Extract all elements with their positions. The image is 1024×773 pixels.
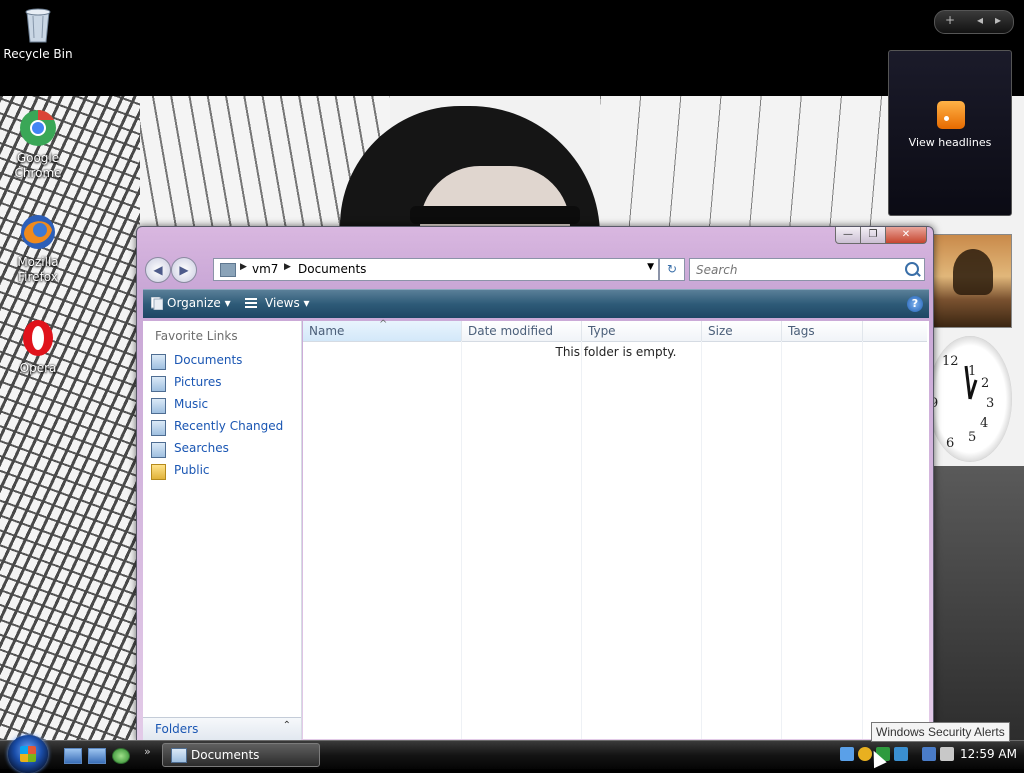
favorite-link-recently-changed[interactable]: Recently Changed bbox=[151, 417, 299, 437]
column-divider bbox=[781, 341, 782, 739]
slideshow-photo bbox=[953, 249, 993, 295]
desktop-icon-label: Mozilla Firefox bbox=[17, 255, 59, 284]
search-input[interactable] bbox=[694, 261, 898, 279]
organize-button[interactable]: Organize ▾ bbox=[167, 296, 231, 310]
taskbar-clock[interactable]: 12:59 AM bbox=[960, 747, 1017, 761]
empty-folder-message: This folder is empty. bbox=[555, 345, 677, 359]
organize-icon bbox=[151, 297, 163, 310]
favorite-link-label: Music bbox=[174, 397, 209, 411]
searches-icon bbox=[151, 442, 166, 458]
column-header-size[interactable]: Size bbox=[702, 321, 782, 341]
slideshow-gadget[interactable] bbox=[932, 234, 1012, 328]
folders-toggle[interactable]: Folders ⌃ bbox=[143, 717, 301, 740]
update-icon[interactable] bbox=[894, 747, 908, 761]
search-icon[interactable] bbox=[905, 262, 919, 276]
favorite-link-documents[interactable]: Documents bbox=[151, 351, 299, 371]
next-gadget-page-button[interactable]: ▸ bbox=[995, 13, 1001, 27]
favorite-link-label: Public bbox=[174, 463, 210, 477]
desktop-icon-label: Google Chrome bbox=[14, 151, 62, 180]
folders-label: Folders bbox=[155, 722, 199, 736]
favorite-link-label: Pictures bbox=[174, 375, 222, 389]
pictures-icon bbox=[151, 376, 166, 392]
search-box[interactable] bbox=[689, 258, 925, 281]
language-bar-icon[interactable] bbox=[840, 747, 854, 761]
column-divider bbox=[701, 341, 702, 739]
folder-icon bbox=[151, 464, 166, 480]
desktop-icon-recycle-bin[interactable]: Recycle Bin bbox=[0, 4, 76, 62]
volume-muted-icon[interactable] bbox=[940, 747, 954, 761]
column-headers: Name Date modified Type Size Tags bbox=[303, 315, 927, 342]
breadcrumb-separator[interactable]: ▶ bbox=[284, 262, 291, 272]
switch-windows-icon[interactable] bbox=[88, 748, 106, 764]
file-list[interactable]: Name Date modified Type Size Tags This f… bbox=[303, 315, 929, 739]
tooltip: Windows Security Alerts bbox=[871, 722, 1010, 742]
clock-hands bbox=[964, 365, 978, 400]
rss-icon bbox=[937, 101, 965, 129]
views-button[interactable]: Views ▾ bbox=[265, 296, 310, 310]
add-gadget-button[interactable]: + bbox=[945, 13, 955, 27]
command-bar: Organize ▾ Views ▾ ? bbox=[143, 289, 929, 318]
favorite-links-heading: Favorite Links bbox=[155, 329, 238, 343]
start-button[interactable] bbox=[8, 735, 48, 773]
favorite-link-searches[interactable]: Searches bbox=[151, 439, 299, 459]
desktop-icon-opera[interactable]: Opera bbox=[0, 318, 76, 376]
window-titlebar[interactable]: — ❐ ✕ bbox=[137, 227, 933, 251]
music-icon bbox=[151, 398, 166, 414]
firefox-icon bbox=[21, 215, 55, 249]
address-bar[interactable]: ▶ vm7 ▶ Documents ▼ bbox=[213, 258, 659, 281]
column-header-name[interactable]: Name bbox=[303, 315, 462, 341]
explorer-window[interactable]: — ❐ ✕ ◀ ▶ ▶ vm7 ▶ Documents ▼ ↻ Organize… bbox=[136, 226, 934, 742]
quick-launch-more-button[interactable]: » bbox=[144, 745, 151, 758]
sidebar-controls: + ◂ ▸ bbox=[934, 10, 1014, 34]
favorite-link-public[interactable]: Public bbox=[151, 461, 299, 481]
feed-gadget-label: View headlines bbox=[908, 136, 992, 149]
desktop-icon-mozilla-firefox[interactable]: Mozilla Firefox bbox=[0, 212, 76, 285]
navigation-pane: Favorite Links Documents Pictures Music … bbox=[143, 321, 302, 740]
folder-icon bbox=[220, 263, 236, 277]
favorite-link-label: Searches bbox=[174, 441, 229, 455]
media-player-icon[interactable] bbox=[112, 748, 130, 764]
help-button[interactable]: ? bbox=[907, 296, 923, 312]
views-icon bbox=[245, 298, 257, 308]
close-button[interactable]: ✕ bbox=[885, 227, 927, 244]
show-desktop-icon[interactable] bbox=[64, 748, 82, 764]
recent-icon bbox=[151, 420, 166, 436]
desktop-icon-label: Opera bbox=[19, 361, 57, 375]
favorite-link-label: Documents bbox=[174, 353, 243, 367]
minimize-button[interactable]: — bbox=[835, 227, 861, 244]
previous-gadget-page-button[interactable]: ◂ bbox=[977, 13, 983, 27]
notification-area: 12:59 AM bbox=[836, 743, 1024, 767]
favorite-link-label: Recently Changed bbox=[174, 419, 284, 433]
maximize-button[interactable]: ❐ bbox=[860, 227, 886, 244]
taskbar-button-documents[interactable]: Documents bbox=[162, 743, 320, 767]
address-dropdown-icon[interactable]: ▼ bbox=[647, 262, 654, 272]
breadcrumb-documents[interactable]: Documents bbox=[298, 262, 366, 276]
chrome-icon bbox=[20, 110, 56, 146]
desktop-icon-google-chrome[interactable]: Google Chrome bbox=[0, 108, 76, 181]
network-icon[interactable] bbox=[922, 747, 936, 761]
favorite-link-pictures[interactable]: Pictures bbox=[151, 373, 299, 393]
desktop-icon-label: Recycle Bin bbox=[3, 47, 73, 61]
favorite-link-music[interactable]: Music bbox=[151, 395, 299, 415]
clock-gadget[interactable]: 12 1 2 3 4 5 6 9 bbox=[928, 336, 1012, 462]
opera-icon bbox=[23, 320, 53, 356]
column-divider bbox=[461, 341, 462, 739]
refresh-button[interactable]: ↻ bbox=[659, 258, 685, 281]
feed-headlines-gadget[interactable]: View headlines bbox=[888, 50, 1012, 216]
column-header-tags[interactable]: Tags bbox=[782, 321, 863, 341]
documents-icon bbox=[151, 354, 166, 370]
recycle-bin-icon bbox=[25, 8, 51, 43]
taskbar-button-label: Documents bbox=[191, 748, 260, 762]
column-divider bbox=[862, 341, 863, 739]
column-header-type[interactable]: Type bbox=[582, 321, 702, 341]
forward-button[interactable]: ▶ bbox=[171, 257, 197, 283]
breadcrumb-separator[interactable]: ▶ bbox=[240, 262, 247, 272]
back-button[interactable]: ◀ bbox=[145, 257, 171, 283]
chevron-up-icon: ⌃ bbox=[282, 720, 291, 731]
navigation-bar: ◀ ▶ ▶ vm7 ▶ Documents ▼ ↻ bbox=[143, 255, 929, 285]
column-header-date-modified[interactable]: Date modified bbox=[462, 321, 582, 341]
column-divider bbox=[581, 341, 582, 739]
breadcrumb-vm7[interactable]: vm7 bbox=[252, 262, 278, 276]
documents-icon bbox=[171, 748, 187, 763]
